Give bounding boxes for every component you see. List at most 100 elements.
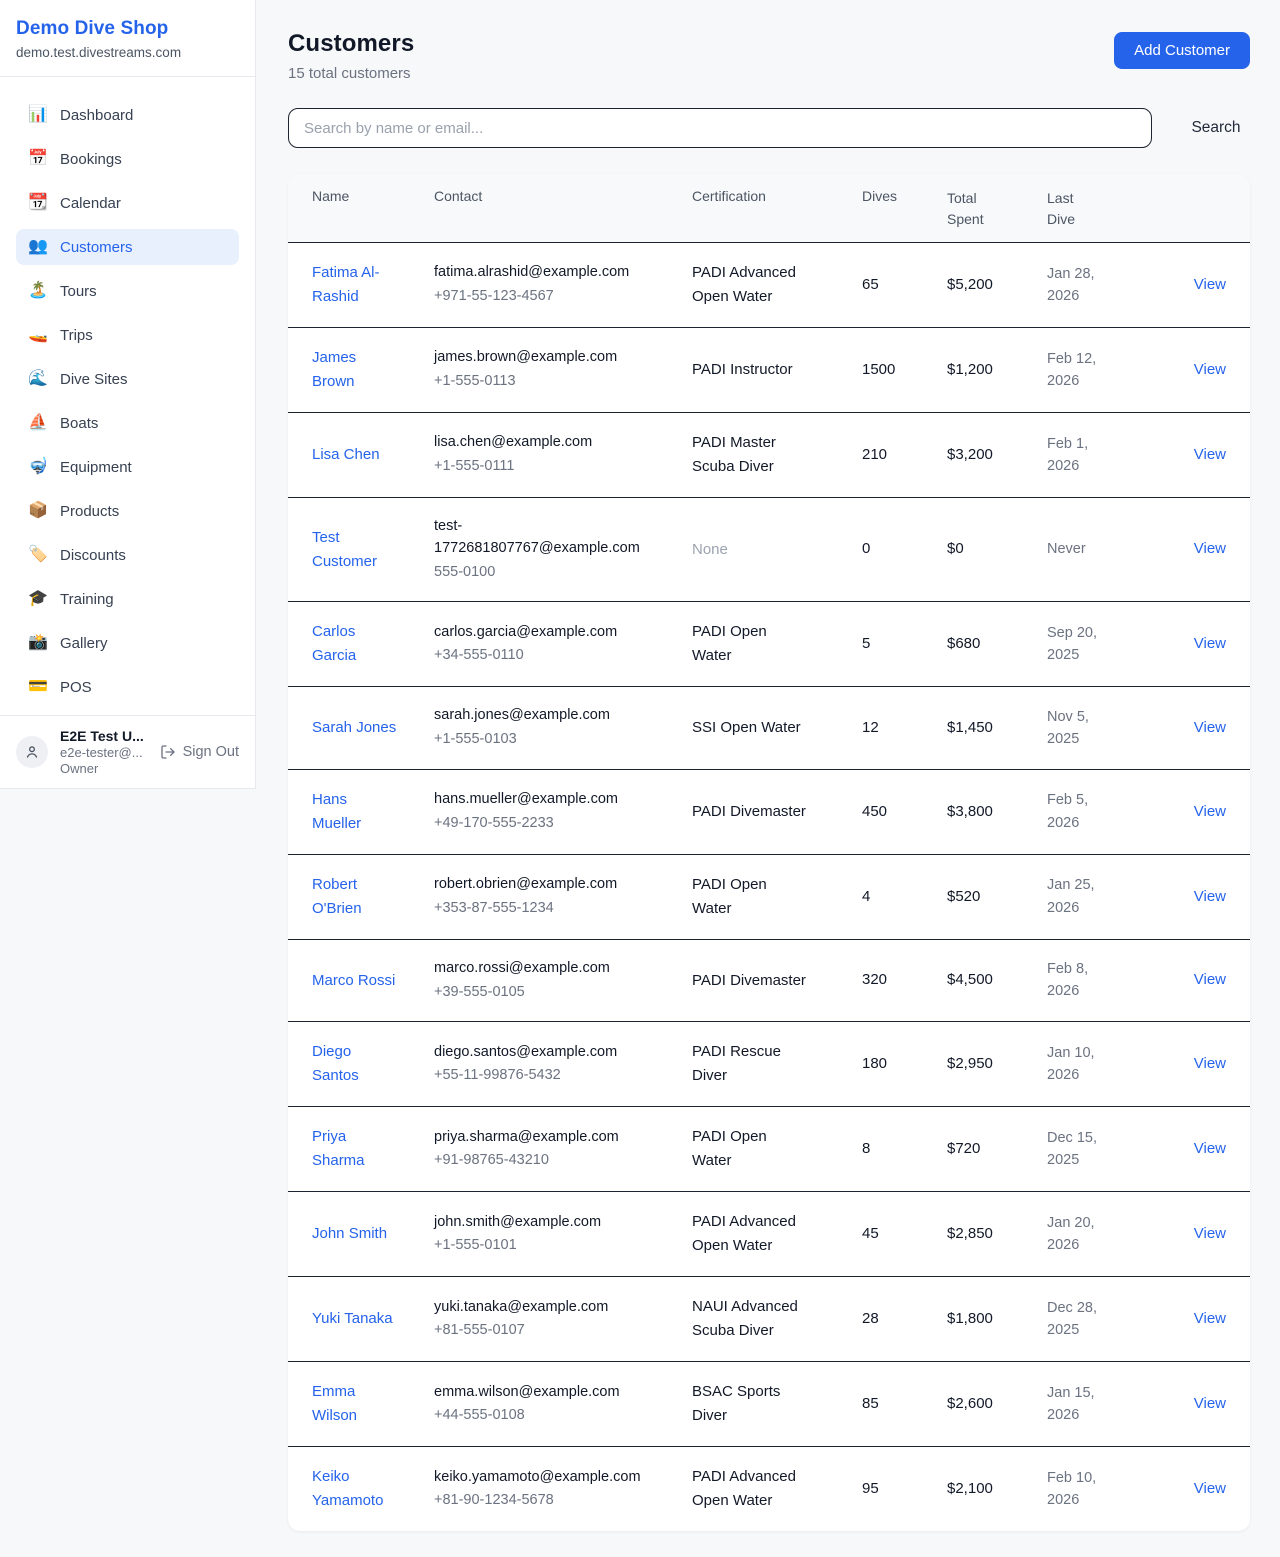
sidebar-item-trips[interactable]: 🚤 Trips: [16, 317, 239, 353]
customer-name-link[interactable]: Priya Sharma: [312, 1125, 400, 1173]
customer-certification: NAUI Advanced Scuba Diver: [692, 1295, 810, 1343]
search-input[interactable]: [288, 108, 1152, 148]
view-customer-link[interactable]: View: [1194, 1140, 1226, 1157]
customer-name-link[interactable]: Test Customer: [312, 526, 400, 574]
customer-dives: 4: [850, 854, 935, 939]
customer-last-dive: Dec 15, 2025: [1047, 1127, 1111, 1172]
customer-email: john.smith@example.com: [434, 1212, 654, 1234]
customer-dives: 28: [850, 1277, 935, 1362]
customer-last-dive: Jan 25, 2026: [1047, 874, 1111, 919]
customer-name-link[interactable]: Lisa Chen: [312, 443, 380, 467]
customer-last-dive: Never: [1047, 538, 1086, 560]
customer-dives: 5: [850, 602, 935, 687]
sidebar-item-dashboard[interactable]: 📊 Dashboard: [16, 97, 239, 133]
customer-certification: PADI Rescue Diver: [692, 1040, 810, 1088]
add-customer-button[interactable]: Add Customer: [1114, 32, 1250, 69]
customer-name-link[interactable]: Yuki Tanaka: [312, 1307, 393, 1331]
search-button[interactable]: Search: [1182, 111, 1250, 145]
customer-certification: SSI Open Water: [692, 716, 801, 740]
nav-icon: 🎓: [28, 591, 48, 607]
customer-count: 15 total customers: [288, 65, 414, 82]
customer-phone: +81-555-0107: [434, 1320, 668, 1342]
nav-label: Products: [60, 503, 119, 520]
customer-name-link[interactable]: Emma Wilson: [312, 1380, 400, 1428]
view-customer-link[interactable]: View: [1194, 803, 1226, 820]
customer-last-dive: Jan 10, 2026: [1047, 1042, 1111, 1087]
view-customer-link[interactable]: View: [1194, 635, 1226, 652]
nav-icon: 👥: [28, 239, 48, 255]
customer-last-dive: Jan 28, 2026: [1047, 263, 1111, 308]
customer-row: Keiko Yamamoto keiko.yamamoto@example.co…: [288, 1447, 1250, 1532]
customer-total-spent: $3,800: [935, 769, 1035, 854]
sidebar-item-boats[interactable]: ⛵ Boats: [16, 405, 239, 441]
customer-phone: 555-0100: [434, 562, 668, 584]
view-customer-link[interactable]: View: [1194, 446, 1226, 463]
customer-row: Diego Santos diego.santos@example.com +5…: [288, 1022, 1250, 1107]
customer-email: emma.wilson@example.com: [434, 1382, 654, 1404]
customer-email: diego.santos@example.com: [434, 1042, 654, 1064]
sidebar-item-calendar[interactable]: 📆 Calendar: [16, 185, 239, 221]
sidebar-item-bookings[interactable]: 📅 Bookings: [16, 141, 239, 177]
nav-label: POS: [60, 679, 92, 696]
customer-name-link[interactable]: Marco Rossi: [312, 969, 395, 993]
customer-email: marco.rossi@example.com: [434, 958, 654, 980]
customer-name-link[interactable]: Hans Mueller: [312, 788, 400, 836]
avatar: [16, 736, 48, 768]
customer-name-link[interactable]: Diego Santos: [312, 1040, 400, 1088]
nav-label: Calendar: [60, 195, 121, 212]
view-customer-link[interactable]: View: [1194, 1310, 1226, 1327]
customer-name-link[interactable]: Sarah Jones: [312, 716, 396, 740]
customer-row: Priya Sharma priya.sharma@example.com +9…: [288, 1107, 1250, 1192]
customer-last-dive: Feb 5, 2026: [1047, 789, 1111, 834]
customer-row: Fatima Al-Rashid fatima.alrashid@example…: [288, 243, 1250, 328]
view-customer-link[interactable]: View: [1194, 540, 1226, 557]
customer-name-link[interactable]: Fatima Al-Rashid: [312, 261, 400, 309]
view-customer-link[interactable]: View: [1194, 1480, 1226, 1497]
sidebar-item-discounts[interactable]: 🏷️ Discounts: [16, 537, 239, 573]
sidebar-item-tours[interactable]: 🏝️ Tours: [16, 273, 239, 309]
col-certification: Certification: [680, 174, 850, 243]
nav-label: Discounts: [60, 547, 126, 564]
customer-name-link[interactable]: Robert O'Brien: [312, 873, 400, 921]
view-customer-link[interactable]: View: [1194, 971, 1226, 988]
page-title: Customers: [288, 30, 414, 58]
customer-phone: +44-555-0108: [434, 1405, 668, 1427]
customer-phone: +91-98765-43210: [434, 1150, 668, 1172]
nav-label: Dashboard: [60, 107, 133, 124]
sidebar-item-customers[interactable]: 👥 Customers: [16, 229, 239, 265]
view-customer-link[interactable]: View: [1194, 361, 1226, 378]
customer-total-spent: $680: [935, 602, 1035, 687]
customer-name-link[interactable]: Carlos Garcia: [312, 620, 400, 668]
view-customer-link[interactable]: View: [1194, 1055, 1226, 1072]
customer-email: priya.sharma@example.com: [434, 1127, 654, 1149]
app-root: Demo Dive Shop demo.test.divestreams.com…: [0, 0, 1280, 1557]
sidebar-item-gallery[interactable]: 📸 Gallery: [16, 625, 239, 661]
customer-phone: +49-170-555-2233: [434, 813, 668, 835]
view-customer-link[interactable]: View: [1194, 719, 1226, 736]
sidebar-item-pos[interactable]: 💳 POS: [16, 669, 239, 705]
sidebar-item-training[interactable]: 🎓 Training: [16, 581, 239, 617]
customer-last-dive: Feb 1, 2026: [1047, 433, 1111, 478]
view-customer-link[interactable]: View: [1194, 888, 1226, 905]
customer-name-link[interactable]: Keiko Yamamoto: [312, 1465, 400, 1513]
customer-name-link[interactable]: John Smith: [312, 1222, 387, 1246]
customer-phone: +353-87-555-1234: [434, 898, 668, 920]
sidebar-item-equipment[interactable]: 🤿 Equipment: [16, 449, 239, 485]
customer-dives: 85: [850, 1362, 935, 1447]
customer-row: James Brown james.brown@example.com +1-5…: [288, 328, 1250, 413]
view-customer-link[interactable]: View: [1194, 1395, 1226, 1412]
sidebar-item-dive-sites[interactable]: 🌊 Dive Sites: [16, 361, 239, 397]
view-customer-link[interactable]: View: [1194, 276, 1226, 293]
view-customer-link[interactable]: View: [1194, 1225, 1226, 1242]
customer-dives: 320: [850, 939, 935, 1022]
customer-email: yuki.tanaka@example.com: [434, 1297, 654, 1319]
search-bar: Search: [288, 108, 1250, 148]
sidebar-item-products[interactable]: 📦 Products: [16, 493, 239, 529]
nav-label: Tours: [60, 283, 97, 300]
customer-dives: 8: [850, 1107, 935, 1192]
customer-email: lisa.chen@example.com: [434, 432, 654, 454]
customer-name-link[interactable]: James Brown: [312, 346, 400, 394]
sign-out-button[interactable]: Sign Out: [160, 744, 239, 760]
customer-row: Hans Mueller hans.mueller@example.com +4…: [288, 769, 1250, 854]
customer-total-spent: $0: [935, 498, 1035, 602]
